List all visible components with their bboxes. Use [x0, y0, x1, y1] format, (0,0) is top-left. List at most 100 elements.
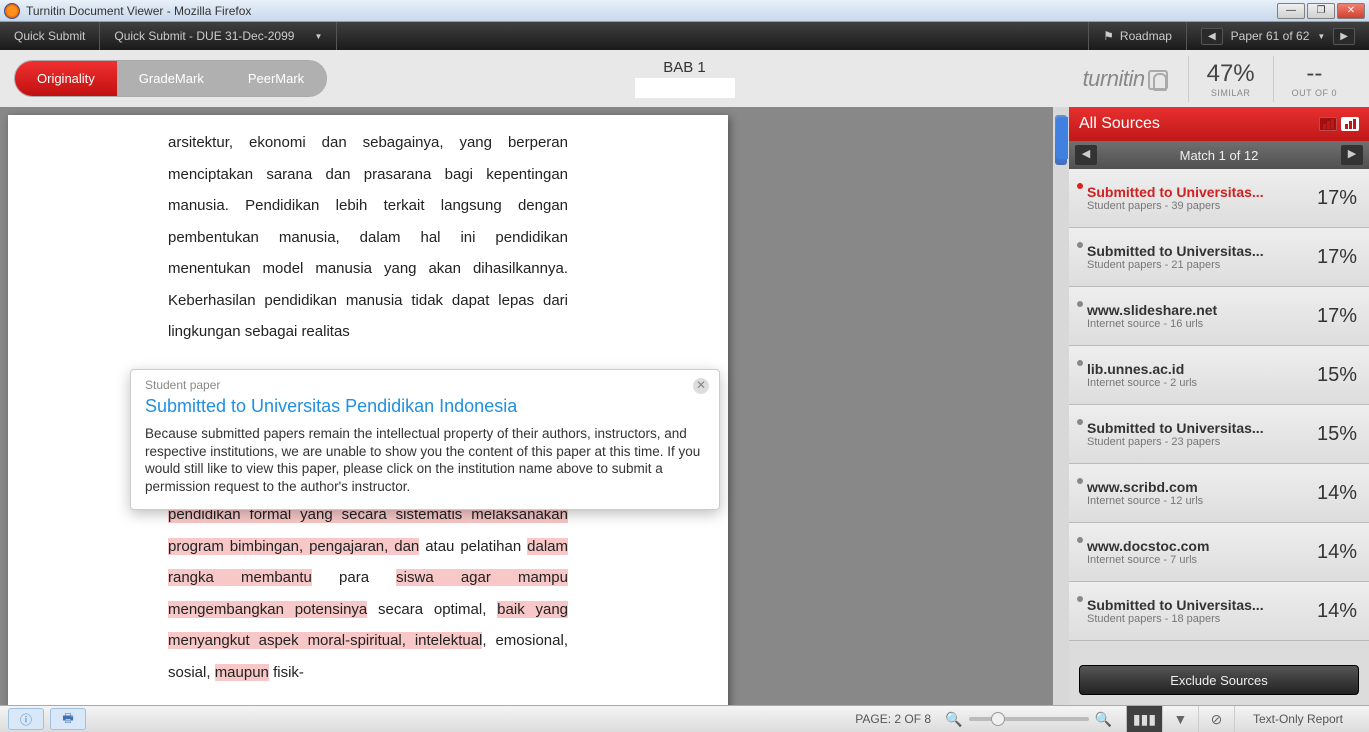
quick-submit-tab[interactable]: Quick Submit [0, 22, 100, 50]
turnitin-logo-icon [1148, 70, 1168, 90]
app-menubar: Quick Submit Quick Submit - DUE 31-Dec-2… [0, 22, 1369, 50]
source-dot-icon [1077, 537, 1083, 543]
popup-label: Student paper [145, 378, 705, 392]
exclude-area: Exclude Sources [1069, 655, 1369, 705]
source-percent: 17% [1317, 246, 1357, 269]
source-name: www.slideshare.net [1087, 302, 1309, 318]
sidebar-handle[interactable] [1056, 117, 1068, 159]
source-name: Submitted to Universitas... [1087, 597, 1309, 613]
source-percent: 14% [1317, 482, 1357, 505]
source-item[interactable]: www.slideshare.net Internet source - 16 … [1069, 287, 1369, 346]
sources-list[interactable]: Submitted to Universitas... Student pape… [1069, 169, 1369, 655]
window-titlebar: Turnitin Document Viewer - Mozilla Firef… [0, 0, 1369, 22]
source-dot-icon [1077, 183, 1083, 189]
source-name: lib.unnes.ac.id [1087, 361, 1309, 377]
source-percent: 14% [1317, 541, 1357, 564]
close-button[interactable]: ✕ [1337, 3, 1365, 19]
zoom-in-button[interactable]: 🔍 [1095, 711, 1112, 728]
match-navigator: ◀ Match 1 of 12 ▶ [1069, 141, 1369, 169]
source-percent: 15% [1317, 423, 1357, 446]
popup-close-button[interactable]: ✕ [693, 378, 709, 394]
source-dot-icon [1077, 419, 1083, 425]
minimize-button[interactable]: — [1277, 3, 1305, 19]
bar-chart-icon[interactable]: ▮▮▮ [1127, 706, 1163, 732]
turnitin-logo: turnitin [1083, 66, 1168, 92]
chevron-down-icon: ▼ [314, 32, 322, 41]
chevron-down-icon[interactable]: ▼ [1317, 32, 1325, 41]
view-mode-icon-1[interactable] [1319, 117, 1337, 131]
source-percent: 17% [1317, 305, 1357, 328]
popup-source-link[interactable]: Submitted to Universitas Pendidikan Indo… [145, 396, 705, 417]
prev-paper-button[interactable]: ◀ [1201, 28, 1223, 45]
due-date-dropdown[interactable]: Quick Submit - DUE 31-Dec-2099▼ [100, 22, 337, 50]
source-sub: Student papers - 18 papers [1087, 613, 1309, 625]
maximize-button[interactable]: ❐ [1307, 3, 1335, 19]
info-button[interactable]: ⓘ [8, 708, 44, 730]
source-name: www.scribd.com [1087, 479, 1309, 495]
document-title-area: BAB 1 [635, 59, 735, 98]
roadmap-button[interactable]: ⚑Roadmap [1088, 22, 1187, 50]
source-name: www.docstoc.com [1087, 538, 1309, 554]
source-item[interactable]: www.scribd.com Internet source - 12 urls… [1069, 464, 1369, 523]
tab-grademark[interactable]: GradeMark [117, 61, 226, 96]
next-match-button[interactable]: ▶ [1341, 145, 1363, 165]
page-indicator: PAGE: 2 OF 8 [855, 712, 931, 726]
prev-match-button[interactable]: ◀ [1075, 145, 1097, 165]
source-item[interactable]: Submitted to Universitas... Student pape… [1069, 582, 1369, 641]
exclude-sources-button[interactable]: Exclude Sources [1079, 665, 1359, 695]
grade-score: -- OUT OF 0 [1273, 56, 1355, 102]
text-only-report-link[interactable]: Text-Only Report [1235, 712, 1361, 726]
view-mode-icon-2[interactable] [1341, 117, 1359, 131]
source-dot-icon [1077, 242, 1083, 248]
firefox-icon [4, 3, 20, 19]
source-dot-icon [1077, 478, 1083, 484]
source-popup: ✕ Student paper Submitted to Universitas… [130, 369, 720, 510]
source-item[interactable]: lib.unnes.ac.id Internet source - 2 urls… [1069, 346, 1369, 405]
mode-tabs: Originality GradeMark PeerMark [14, 60, 327, 97]
tab-originality[interactable]: Originality [15, 61, 117, 96]
zoom-slider[interactable] [969, 717, 1089, 721]
match-counter: Match 1 of 12 [1180, 148, 1259, 163]
tab-peermark[interactable]: PeerMark [226, 61, 326, 96]
source-percent: 14% [1317, 600, 1357, 623]
popup-body: Because submitted papers remain the inte… [145, 425, 705, 495]
document-viewer[interactable]: arsitektur, ekonomi dan sebagainya, yang… [0, 107, 1069, 705]
source-dot-icon [1077, 301, 1083, 307]
source-item[interactable]: Submitted to Universitas... Student pape… [1069, 228, 1369, 287]
zoom-control: 🔍 🔍 [945, 711, 1112, 728]
document-title: BAB 1 [635, 59, 735, 76]
source-item[interactable]: Submitted to Universitas... Student pape… [1069, 169, 1369, 228]
roadmap-icon: ⚑ [1103, 29, 1114, 43]
print-button[interactable]: 🖶 [50, 708, 86, 730]
sidebar-header: All Sources [1069, 107, 1369, 141]
bottom-toolbar: ⓘ 🖶 PAGE: 2 OF 8 🔍 🔍 ▮▮▮ ▼ ⊘ Text-Only R… [0, 705, 1369, 732]
source-percent: 15% [1317, 364, 1357, 387]
document-scrollbar[interactable] [1053, 107, 1069, 705]
document-subtitle-box [635, 78, 735, 98]
source-item[interactable]: Submitted to Universitas... Student pape… [1069, 405, 1369, 464]
similarity-score: 47% SIMILAR [1188, 56, 1273, 102]
sources-sidebar: All Sources ◀ Match 1 of 12 ▶ Submitted … [1069, 107, 1369, 705]
source-percent: 17% [1317, 187, 1357, 210]
filter-icon[interactable]: ▼ [1163, 706, 1199, 732]
header: Originality GradeMark PeerMark BAB 1 tur… [0, 50, 1369, 107]
window-title: Turnitin Document Viewer - Mozilla Firef… [26, 4, 251, 18]
source-dot-icon [1077, 596, 1083, 602]
paragraph: arsitektur, ekonomi dan sebagainya, yang… [168, 127, 568, 348]
zoom-thumb[interactable] [991, 712, 1005, 726]
paper-counter[interactable]: Paper 61 of 62 [1231, 29, 1310, 43]
source-sub: Internet source - 2 urls [1087, 377, 1309, 389]
source-sub: Student papers - 39 papers [1087, 200, 1309, 212]
source-name: Submitted to Universitas... [1087, 243, 1309, 259]
source-sub: Internet source - 12 urls [1087, 495, 1309, 507]
zoom-out-button[interactable]: 🔍 [945, 711, 962, 728]
source-name: Submitted to Universitas... [1087, 420, 1309, 436]
source-sub: Internet source - 16 urls [1087, 318, 1309, 330]
source-item[interactable]: www.docstoc.com Internet source - 7 urls… [1069, 523, 1369, 582]
disable-icon[interactable]: ⊘ [1199, 706, 1235, 732]
source-sub: Student papers - 21 papers [1087, 259, 1309, 271]
source-dot-icon [1077, 360, 1083, 366]
next-paper-button[interactable]: ▶ [1333, 28, 1355, 45]
source-sub: Student papers - 23 papers [1087, 436, 1309, 448]
source-name: Submitted to Universitas... [1087, 184, 1309, 200]
